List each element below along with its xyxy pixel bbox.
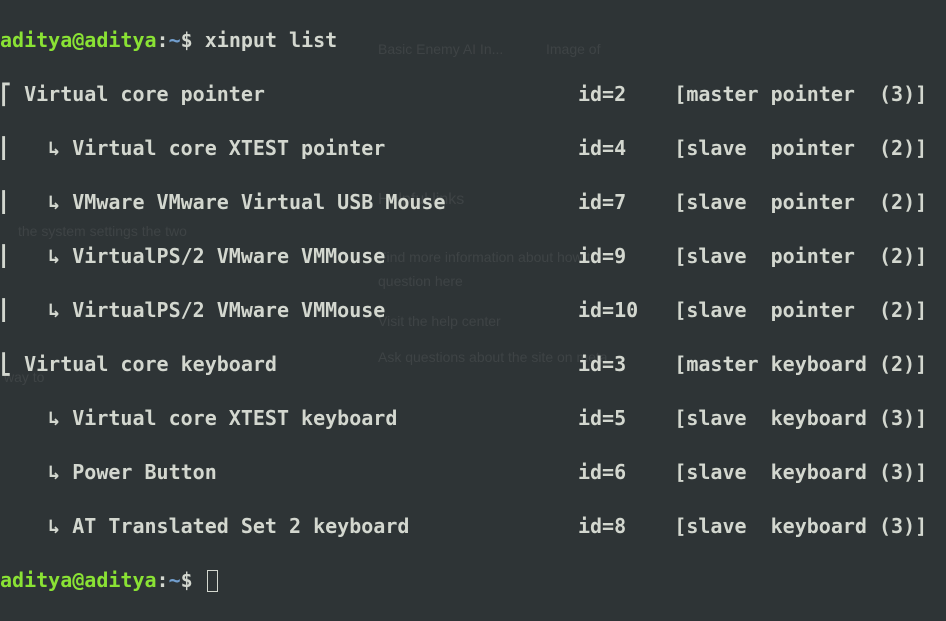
output-line: ⎜ ↳ Virtual core XTEST pointer id=4 [sla… <box>0 135 946 162</box>
output-line: ↳ Virtual core XTEST keyboard id=5 [slav… <box>0 405 946 432</box>
terminal-output[interactable]: aditya@aditya:~$ xinput list ⎡ Virtual c… <box>0 0 946 621</box>
prompt-dollar: $ <box>181 28 205 52</box>
output-line: ⎜ ↳ VirtualPS/2 VMware VMMouse id=9 [sla… <box>0 243 946 270</box>
prompt-path: ~ <box>169 28 181 52</box>
prompt-user: aditya@aditya <box>0 28 157 52</box>
prompt-line: aditya@aditya:~$ xinput list <box>0 27 946 54</box>
output-line: ⎜ ↳ VMware VMware Virtual USB Mouse id=7… <box>0 189 946 216</box>
output-line: ↳ AT Translated Set 2 keyboard id=8 [sla… <box>0 513 946 540</box>
output-line: ↳ Power Button id=6 [slave keyboard (3)] <box>0 459 946 486</box>
cursor-icon <box>207 570 218 592</box>
prompt-path: ~ <box>169 568 181 592</box>
output-line: ⎜ ↳ VirtualPS/2 VMware VMMouse id=10 [sl… <box>0 297 946 324</box>
prompt-colon: : <box>157 568 169 592</box>
output-line: ⎣ Virtual core keyboard id=3 [master key… <box>0 351 946 378</box>
prompt-dollar: $ <box>181 568 205 592</box>
prompt-colon: : <box>157 28 169 52</box>
prompt-user: aditya@aditya <box>0 568 157 592</box>
prompt-line: aditya@aditya:~$ <box>0 567 946 594</box>
command-text: xinput list <box>205 28 337 52</box>
output-line: ⎡ Virtual core pointer id=2 [master poin… <box>0 81 946 108</box>
